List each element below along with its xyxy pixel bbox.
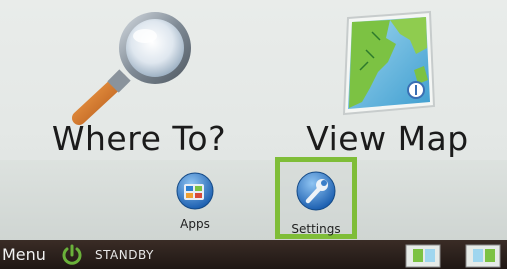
magnifier-icon xyxy=(72,12,191,125)
route-thumbnail-icon[interactable] xyxy=(405,244,441,268)
settings-label: Settings xyxy=(291,222,341,236)
bottom-bar: Menu STANDBY xyxy=(0,240,507,269)
power-icon[interactable] xyxy=(60,243,84,267)
view-map-label: View Map xyxy=(306,119,469,158)
apps-button[interactable]: Apps xyxy=(160,165,230,235)
standby-status: STANDBY xyxy=(95,248,154,262)
view-map-button[interactable]: View Map xyxy=(300,10,475,160)
map-icon xyxy=(342,10,436,116)
shortcut-strip xyxy=(0,160,507,240)
where-to-label: Where To? xyxy=(51,119,227,158)
wrench-icon xyxy=(296,171,336,211)
device-screen: Where To? View Map Apps Settings Menu ST… xyxy=(0,0,507,269)
route-thumbnail-icon[interactable] xyxy=(465,244,501,268)
menu-button[interactable]: Menu xyxy=(2,245,46,264)
apps-icon xyxy=(176,172,214,210)
settings-button[interactable]: Settings xyxy=(275,157,357,239)
apps-label: Apps xyxy=(180,217,210,231)
where-to-button[interactable]: Where To? xyxy=(40,10,230,160)
